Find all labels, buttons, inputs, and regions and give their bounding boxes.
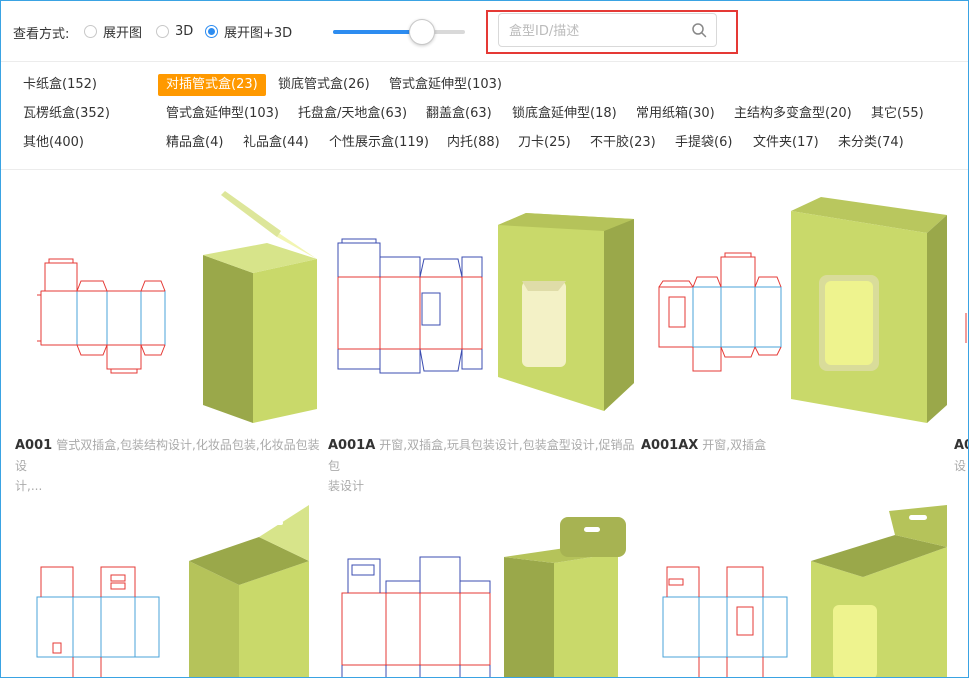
box-thumbnail[interactable] xyxy=(641,501,951,678)
subcategory-item[interactable]: 翻盖盒(63) xyxy=(426,104,492,124)
subcategory-item[interactable]: 文件夹(17) xyxy=(753,133,819,153)
box-3d xyxy=(189,505,309,677)
box-thumbnail[interactable] xyxy=(328,501,638,678)
box-id[interactable]: A0 xyxy=(954,438,968,453)
zoom-slider-handle[interactable] xyxy=(409,19,436,45)
zoom-slider[interactable] xyxy=(333,17,465,47)
view-mode-dieline-3d[interactable]: 展开图+3D xyxy=(205,22,292,41)
category-carton[interactable]: 卡纸盒(152) xyxy=(23,75,97,95)
toolbar: 查看方式: 展开图 3D 展开图+3D xyxy=(1,1,968,61)
box-dieline xyxy=(37,258,166,374)
box-id[interactable]: A001AX xyxy=(641,438,698,453)
box-dieline xyxy=(341,556,491,677)
box-caption: A001 管式双插盒,包装结构设计,化妆品包装,化妆品包装设 计,... xyxy=(15,435,325,496)
box-thumbnail[interactable] xyxy=(641,173,951,431)
zoom-slider-fill xyxy=(333,30,422,34)
box-thumbnail[interactable] xyxy=(15,501,325,678)
box-dieline xyxy=(337,238,483,374)
box-3d xyxy=(504,517,626,677)
category-other[interactable]: 其他(400) xyxy=(23,133,84,153)
divider xyxy=(1,169,968,170)
box-card[interactable] xyxy=(15,501,325,678)
box-3d xyxy=(498,213,634,411)
box-card[interactable] xyxy=(641,501,951,678)
subcategory-item[interactable]: 内托(88) xyxy=(447,133,500,153)
search-input[interactable] xyxy=(507,20,691,42)
subcategory-item[interactable]: 锁底盒延伸型(18) xyxy=(512,104,617,124)
box-caption: A0 设 xyxy=(954,435,968,473)
subcategory-item[interactable]: 刀卡(25) xyxy=(518,133,571,153)
subcategory-item[interactable]: 常用纸箱(30) xyxy=(636,104,715,124)
subcategory-tube-extension[interactable]: 管式盒延伸型(103) xyxy=(389,75,502,95)
box-caption: A001AX 开窗,双插盒 xyxy=(641,435,951,456)
box-description: 设 xyxy=(954,459,967,473)
box-thumbnail[interactable] xyxy=(954,173,969,431)
box-3d xyxy=(791,197,947,423)
box-id[interactable]: A001A xyxy=(328,438,375,453)
box-thumbnail[interactable] xyxy=(328,173,638,431)
subcategory-item[interactable]: 未分类(74) xyxy=(838,133,904,153)
box-description: 装设计 xyxy=(328,479,365,493)
subcategory-item[interactable]: 手提袋(6) xyxy=(675,133,732,153)
box-3d xyxy=(811,505,947,677)
divider xyxy=(1,61,968,62)
box-card[interactable] xyxy=(328,501,638,678)
box-dieline xyxy=(36,566,160,677)
subcategory-item[interactable]: 礼品盒(44) xyxy=(243,133,309,153)
radio-dieline[interactable] xyxy=(84,24,97,38)
box-id[interactable]: A001 xyxy=(15,438,52,453)
subcategory-item[interactable]: 精品盒(4) xyxy=(166,133,223,153)
radio-3d[interactable] xyxy=(156,24,169,38)
box-dieline xyxy=(658,252,782,372)
app-frame: 查看方式: 展开图 3D 展开图+3D 卡纸盒(1 xyxy=(0,0,969,678)
box-card[interactable]: A001A 开窗,双插盒,玩具包装设计,包装盒型设计,促销品包 装设计 xyxy=(328,173,638,493)
search-icon[interactable] xyxy=(691,22,707,38)
subcategory-item[interactable]: 主结构多变盒型(20) xyxy=(734,104,852,124)
box-3d xyxy=(203,191,317,423)
subcategory-item[interactable]: 管式盒延伸型(103) xyxy=(166,104,279,124)
box-description: 计,... xyxy=(15,479,43,493)
box-description: 开窗,双插盒 xyxy=(702,438,767,452)
box-card[interactable]: A001AX 开窗,双插盒 xyxy=(641,173,951,473)
view-mode-3d[interactable]: 3D xyxy=(156,22,193,40)
view-mode-label: 查看方式: xyxy=(13,27,70,42)
category-corrugated[interactable]: 瓦楞纸盒(352) xyxy=(23,104,110,124)
box-caption: A001A 开窗,双插盒,玩具包装设计,包装盒型设计,促销品包 装设计 xyxy=(328,435,638,496)
subcategory-tuck-end-active[interactable]: 对插管式盒(23) xyxy=(158,74,266,96)
subcategory-item[interactable]: 其它(55) xyxy=(871,104,924,124)
subcategory-item[interactable]: 不干胶(23) xyxy=(590,133,656,153)
box-dieline xyxy=(662,566,788,677)
subcategory-item[interactable]: 个性展示盒(119) xyxy=(329,133,429,153)
box-description: 管式双插盒,包装结构设计,化妆品包装,化妆品包装设 xyxy=(15,438,320,473)
radio-dieline-3d[interactable] xyxy=(205,24,218,38)
view-mode-dieline[interactable]: 展开图 xyxy=(84,22,142,41)
box-card-partial[interactable]: A0 设 xyxy=(954,173,969,473)
subcategory-lock-bottom[interactable]: 锁底管式盒(26) xyxy=(278,75,370,95)
subcategory-item[interactable]: 托盘盒/天地盒(63) xyxy=(298,104,407,124)
search-box[interactable] xyxy=(498,13,717,47)
box-thumbnail[interactable] xyxy=(15,173,325,431)
box-card[interactable]: A001 管式双插盒,包装结构设计,化妆品包装,化妆品包装设 计,... xyxy=(15,173,325,493)
